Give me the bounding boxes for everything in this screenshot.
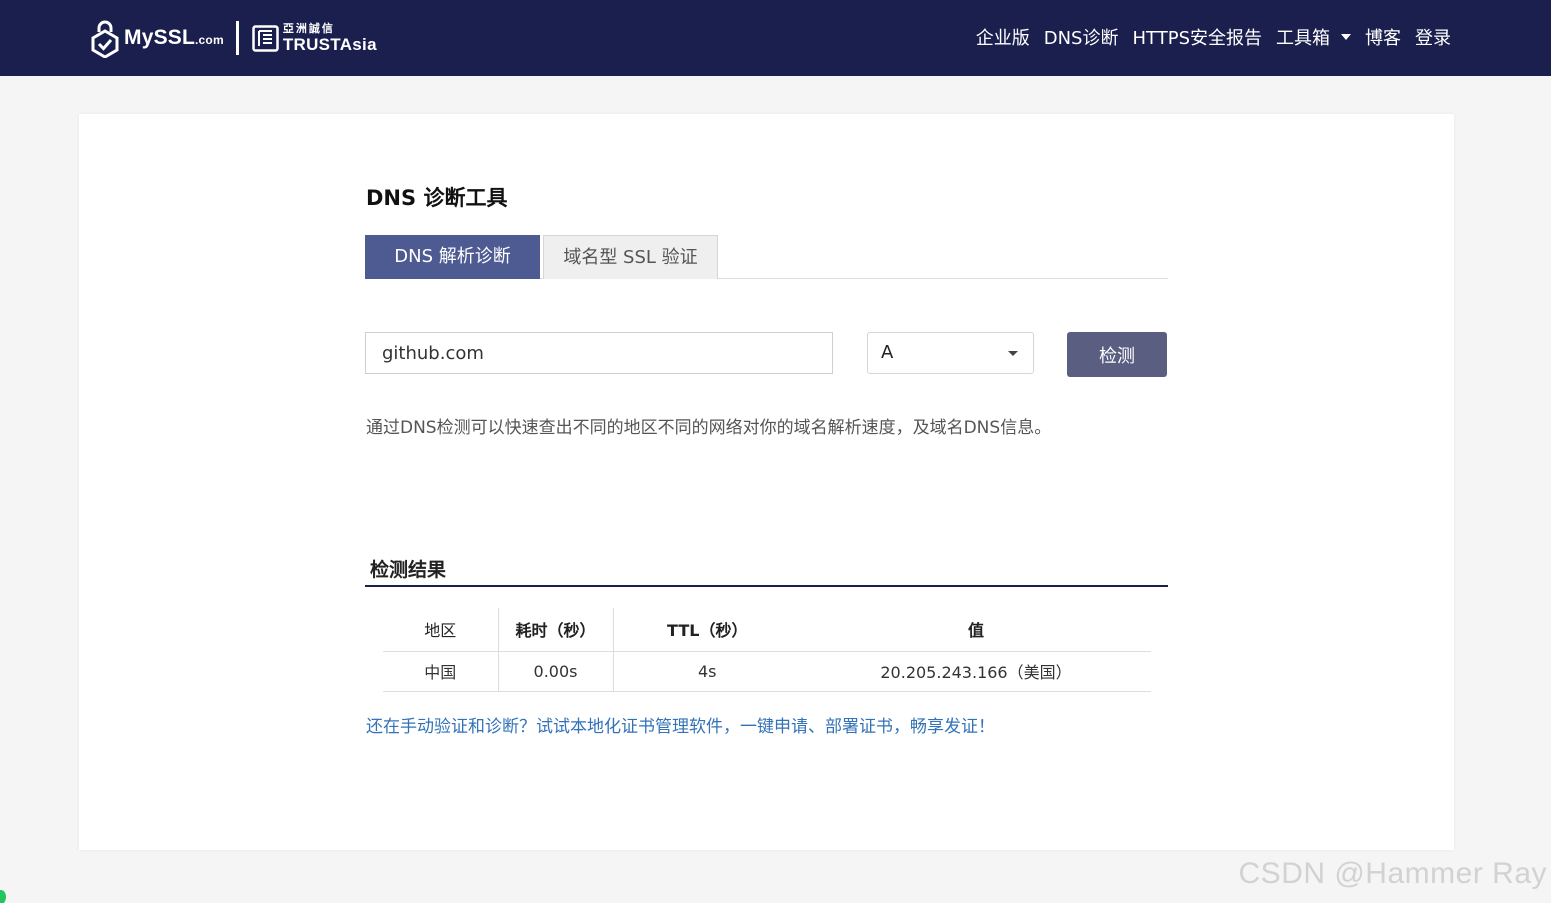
nav-toolbox-label: 工具箱 <box>1276 28 1330 49</box>
check-button[interactable]: 检测 <box>1067 332 1167 377</box>
nav-login[interactable]: 登录 <box>1415 24 1451 50</box>
main-nav: 企业版 DNS诊断 HTTPS安全报告 工具箱 博客 登录 <box>976 24 1451 50</box>
main-card <box>79 114 1454 850</box>
results-title: 检测结果 <box>370 559 447 581</box>
lock-logo-icon <box>90 18 120 59</box>
header-time: 耗时（秒） <box>498 608 614 652</box>
cell-time: 0.00s <box>498 651 614 692</box>
cell-ttl: 4s <box>613 651 801 692</box>
tool-description: 通过DNS检测可以快速查出不同的地区不同的网络对你的域名解析速度，及域名DNS信… <box>366 418 1052 438</box>
cell-value: 20.205.243.166（美国） <box>801 651 1151 692</box>
header-ttl: TTL（秒） <box>613 608 801 652</box>
corner-indicator <box>0 890 6 903</box>
tab-ssl-verify[interactable]: 域名型 SSL 验证 <box>543 235 718 279</box>
nav-dns-diagnosis[interactable]: DNS诊断 <box>1044 24 1119 50</box>
nav-https-report[interactable]: HTTPS安全报告 <box>1133 24 1263 50</box>
logo-divider <box>235 21 239 55</box>
logo[interactable]: MySSL.com 亞洲誠信 TRUSTAsia <box>90 16 377 60</box>
results-divider <box>365 585 1168 587</box>
record-type-value: A <box>881 342 894 363</box>
partner-cn-name: 亞洲誠信 <box>282 22 335 35</box>
tab-dns-resolve[interactable]: DNS 解析诊断 <box>365 235 540 279</box>
trustasia-logo-icon <box>252 24 279 52</box>
record-type-select[interactable]: A <box>867 332 1034 374</box>
caret-down-icon <box>1008 351 1018 356</box>
page-title: DNS 诊断工具 <box>366 186 508 210</box>
watermark: CSDN @Hammer Ray <box>1238 857 1547 890</box>
results-table: 地区 耗时（秒） TTL（秒） 值 中国 0.00s 4s 20.205.243… <box>383 608 1151 692</box>
header-value: 值 <box>801 608 1151 652</box>
cell-region: 中国 <box>383 651 499 692</box>
nav-enterprise[interactable]: 企业版 <box>976 24 1030 50</box>
logo-suffix: .com <box>195 33 224 47</box>
table-header-row: 地区 耗时（秒） TTL（秒） 值 <box>383 608 1151 652</box>
caret-down-icon <box>1341 34 1351 40</box>
partner-en-name: TRUSTAsia <box>282 34 377 54</box>
table-row: 中国 0.00s 4s 20.205.243.166（美国） <box>383 651 1151 692</box>
domain-input[interactable] <box>365 332 833 374</box>
logo-text: MySSL <box>124 26 196 49</box>
promo-link[interactable]: 还在手动验证和诊断？试试本地化证书管理软件，一键申请、部署证书，畅享发证！ <box>366 712 995 737</box>
nav-toolbox-dropdown[interactable]: 工具箱 <box>1276 24 1351 50</box>
header-region: 地区 <box>383 608 499 652</box>
tool-tabs: DNS 解析诊断 域名型 SSL 验证 <box>365 235 1168 279</box>
top-navbar: MySSL.com 亞洲誠信 TRUSTAsia 企业版 DNS诊断 HTTPS… <box>0 0 1551 76</box>
nav-blog[interactable]: 博客 <box>1365 24 1401 50</box>
